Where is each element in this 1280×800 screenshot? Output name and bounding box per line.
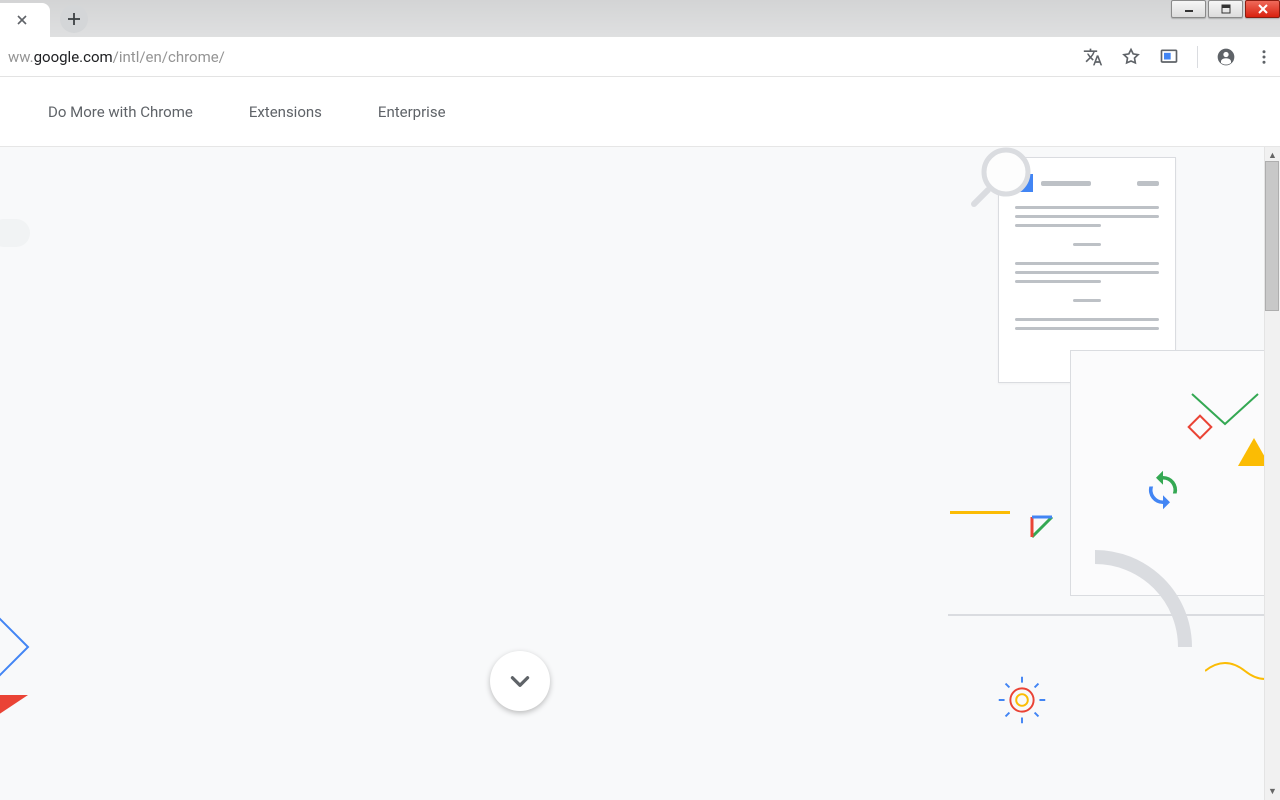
profile-avatar-icon[interactable] bbox=[1216, 47, 1236, 67]
nav-link-enterprise[interactable]: Enterprise bbox=[378, 103, 446, 121]
maximize-button[interactable] bbox=[1208, 0, 1243, 18]
gear-icon bbox=[991, 669, 1053, 731]
site-nav: Do More with Chrome Extensions Enterpris… bbox=[0, 77, 1280, 147]
scroll-down-button[interactable] bbox=[490, 651, 550, 711]
nav-link-do-more[interactable]: Do More with Chrome bbox=[48, 103, 193, 121]
kebab-menu-icon[interactable] bbox=[1254, 47, 1274, 67]
vertical-scrollbar[interactable]: ▲ ▼ bbox=[1264, 147, 1280, 800]
address-bar-actions bbox=[1083, 46, 1274, 68]
tabstrip bbox=[0, 0, 1280, 37]
close-window-button[interactable] bbox=[1245, 0, 1280, 18]
page-content: ▲ ▼ bbox=[0, 147, 1280, 800]
chevron-down-icon bbox=[507, 668, 533, 694]
line-decoration bbox=[948, 614, 1278, 616]
divider bbox=[1197, 46, 1198, 68]
url-path: /intl/en/chrome/ bbox=[113, 48, 225, 66]
arrow-icon bbox=[1028, 513, 1056, 541]
address-bar-row: ww.google.com/intl/en/chrome/ bbox=[0, 37, 1280, 77]
close-tab-button[interactable] bbox=[14, 12, 30, 28]
translate-icon[interactable] bbox=[1083, 47, 1103, 67]
window-controls bbox=[1169, 0, 1280, 22]
url-prefix: ww. bbox=[8, 48, 34, 66]
scrollbar-thumb[interactable] bbox=[1265, 161, 1279, 311]
scroll-down-arrow-icon[interactable]: ▼ bbox=[1268, 783, 1277, 800]
url-host: google.com bbox=[34, 48, 113, 66]
triangles-decoration bbox=[0, 617, 38, 717]
yellow-line-decoration bbox=[950, 511, 1010, 514]
address-bar[interactable]: ww.google.com/intl/en/chrome/ bbox=[6, 48, 225, 66]
nav-link-extensions[interactable]: Extensions bbox=[249, 103, 322, 121]
arc-decoration bbox=[1085, 547, 1280, 747]
bookmark-star-icon[interactable] bbox=[1121, 47, 1141, 67]
zoom-indicator-icon[interactable] bbox=[1159, 47, 1179, 67]
magnifier-illustration bbox=[970, 147, 1036, 208]
cloud-decoration bbox=[0, 219, 30, 247]
new-tab-button[interactable] bbox=[60, 5, 88, 33]
sync-icon bbox=[1142, 469, 1184, 511]
diamond-decoration bbox=[1187, 414, 1213, 440]
minimize-button[interactable] bbox=[1171, 0, 1206, 18]
browser-tab[interactable] bbox=[0, 3, 50, 37]
